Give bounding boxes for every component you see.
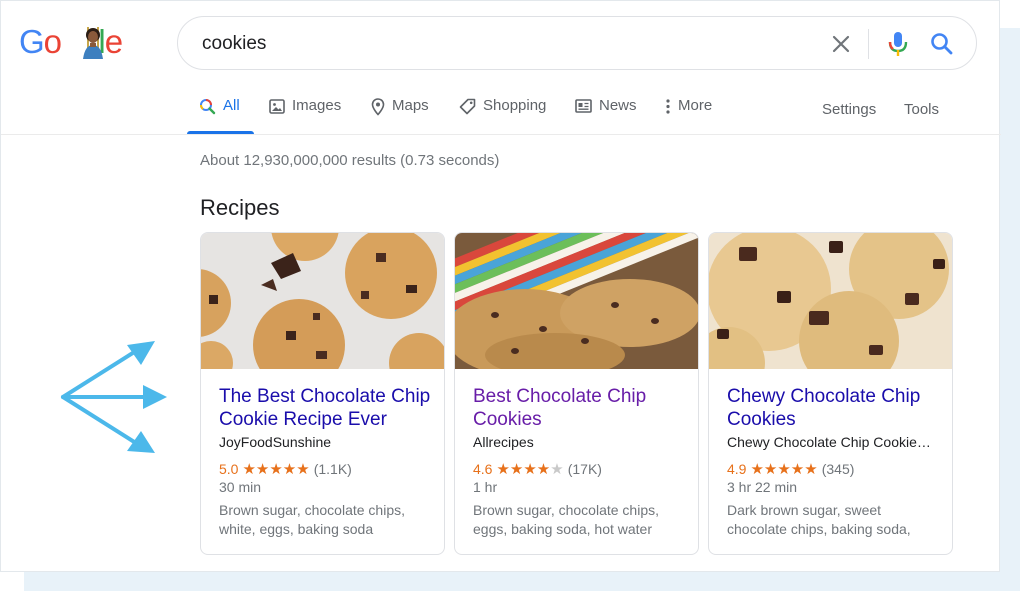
tab-label: More [678,97,713,114]
rating-score: 5.0 [219,461,239,477]
recipe-photo [201,233,444,369]
recipe-card[interactable]: The Best Chocolate Chip Cookie Recipe Ev… [200,232,445,555]
recipe-title-line: Cookie Recipe Ever [219,409,387,430]
search-icon[interactable] [928,30,956,58]
doodle-portrait-icon [83,27,103,59]
pointer-arrows-icon [61,341,167,453]
recipes-heading: Recipes [200,195,280,220]
recipe-title-line: Cookies [473,409,542,430]
search-icon [200,99,216,115]
recipe-time: 30 min [219,479,262,495]
review-count: (17K) [567,461,602,477]
tab-images[interactable]: Images [269,97,341,133]
recipe-ingredients: Brown sugar, chocolate chips, eggs, baki… [473,502,659,537]
tab-more[interactable]: More [665,97,712,133]
tab-maps[interactable]: Maps [371,97,429,133]
recipe-time: 3 hr 22 min [727,479,798,495]
recipe-title-line: Cookies [727,409,796,430]
recipe-title-line: Best Chocolate Chip [473,386,647,407]
recipe-title-line: The Best Chocolate Chip [219,386,431,407]
star-rating-icon: ★★★★★ [496,461,564,478]
recipe-ingredients: Dark brown sugar, sweet chocolate chips,… [727,502,911,537]
settings-link[interactable]: Settings [822,101,876,118]
rating-score: 4.9 [727,461,747,477]
tab-shopping[interactable]: Shopping [459,97,546,133]
recipe-rating: 5.0 ★★★★★ (1.1K) [219,460,352,478]
more-vertical-icon [666,99,670,114]
microphone-icon[interactable] [884,29,912,59]
recipe-source: Allrecipes [473,434,534,450]
recipe-source: JoyFoodSunshine [219,434,332,450]
tab-label: Images [292,97,342,114]
search-results-window: Goole cookies [0,0,1001,572]
star-rating-icon: ★★★★★ [242,461,310,478]
close-icon[interactable] [828,31,854,57]
recipe-time: 1 hr [473,479,498,495]
tab-label: Shopping [483,97,547,114]
recipe-photo [709,233,952,369]
tag-icon [459,98,476,115]
tab-all[interactable]: All [199,97,240,133]
recipe-title[interactable]: Best Chocolate Chip Cookies [473,385,688,431]
result-stats: About 12,930,000,000 results (0.73 secon… [200,152,500,169]
logo-letter: o [43,23,62,60]
recipe-ingredients: Brown sugar, chocolate chips, white, egg… [219,502,405,537]
logo-letter: G [19,23,45,60]
newspaper-icon [575,99,592,113]
recipe-card[interactable]: Chewy Chocolate Chip Cookies Chewy Choco… [708,232,953,555]
search-box-divider [868,29,869,59]
recipe-photo [455,233,698,369]
map-pin-icon [371,98,385,116]
recipe-rating: 4.9 ★★★★★ (345) [727,460,854,478]
recipe-title[interactable]: Chewy Chocolate Chip Cookies [727,385,942,431]
recipe-title[interactable]: The Best Chocolate Chip Cookie Recipe Ev… [219,385,434,431]
tabs-divider [1,134,1001,135]
recipe-card[interactable]: Best Chocolate Chip Cookies Allrecipes 4… [454,232,699,555]
review-count: (345) [821,461,855,477]
recipe-rating: 4.6 ★★★★★ (17K) [473,460,602,478]
recipe-title-line: Chewy Chocolate Chip [727,386,921,407]
image-icon [269,99,285,114]
tab-label: News [599,97,637,114]
review-count: (1.1K) [313,461,352,477]
tools-link[interactable]: Tools [904,101,939,118]
tab-label: Maps [392,97,429,114]
star-rating-icon: ★★★★★ [750,461,818,478]
recipe-source: Chewy Chocolate Chip Cookie… [727,434,931,450]
search-box[interactable]: cookies [177,16,977,70]
stage: Goole cookies [0,0,1020,591]
tab-news[interactable]: News [575,97,637,133]
rating-score: 4.6 [473,461,493,477]
search-input[interactable]: cookies [202,33,266,55]
tab-label: All [223,97,240,114]
